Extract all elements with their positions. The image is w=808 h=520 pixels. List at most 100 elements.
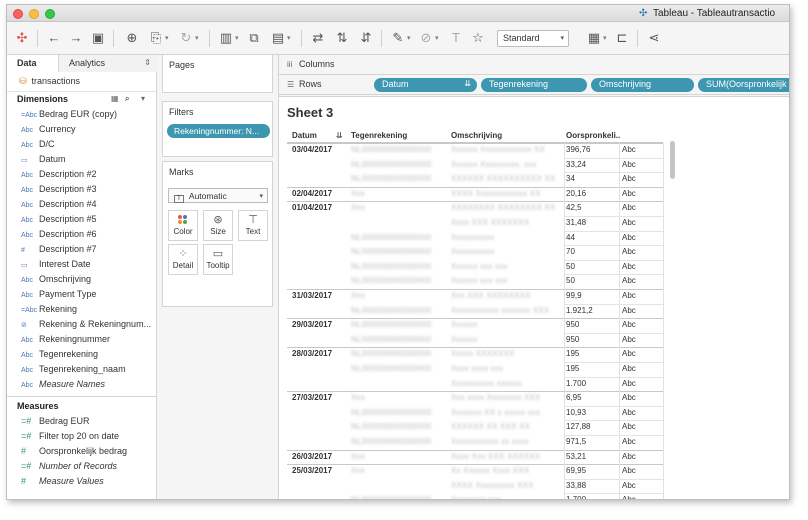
vertical-scrollbar[interactable] — [670, 141, 675, 179]
rows-shelf[interactable]: ☰ Rows Datum ⇊ Tegenrekening Omschrijving… — [279, 75, 789, 95]
search-icon[interactable]: ⌕ — [125, 94, 129, 104]
amount-cell[interactable]: 1.921,2 — [566, 306, 616, 315]
dimension-field[interactable]: =Abc Bedrag EUR (copy) — [7, 107, 156, 122]
tegenrekening-cell[interactable]: NL000000000000000 — [351, 247, 446, 256]
tegenrekening-cell[interactable]: Xxx — [351, 452, 446, 461]
new-worksheet-icon[interactable]: ▥ — [217, 30, 235, 46]
abc-cell[interactable]: Abc — [622, 145, 652, 154]
abc-cell[interactable]: Abc — [622, 174, 652, 183]
fix-axes-icon[interactable]: ☆ — [469, 30, 487, 46]
new-datasource-icon[interactable]: ⊕ — [123, 30, 141, 46]
tegenrekening-cell[interactable]: NL000000000000000 — [351, 349, 446, 358]
tab-analytics[interactable]: Analytics ⇕ — [59, 55, 157, 72]
columns-shelf[interactable]: iii Columns — [279, 55, 789, 75]
abc-cell[interactable]: Abc — [622, 247, 652, 256]
row-pill-datum[interactable]: Datum ⇊ — [374, 78, 477, 92]
amount-cell[interactable]: 42,5 — [566, 203, 616, 212]
abc-cell[interactable]: Abc — [622, 495, 652, 499]
omschrijving-cell[interactable]: Xxxxxxxxxxx xxxxxxx XXX — [451, 306, 556, 315]
close-window-button[interactable] — [13, 9, 23, 19]
omschrijving-cell[interactable]: Xxxxxx xxx xxx — [451, 262, 556, 271]
abc-cell[interactable]: Abc — [622, 160, 652, 169]
datum-cell[interactable]: 31/03/2017 — [292, 291, 350, 300]
measure-field[interactable]: =# Filter top 20 on date — [7, 429, 156, 444]
group-dropdown-icon[interactable]: ▾ — [435, 34, 439, 42]
filters-card[interactable]: Filters Rekeningnummer: N... — [162, 101, 273, 157]
tegenrekening-cell[interactable]: NL000000000000000 — [351, 262, 446, 271]
dimension-field[interactable]: Abc D/C — [7, 137, 156, 152]
omschrijving-cell[interactable]: XXXXXXXX XXXXXXXX XX — [451, 203, 556, 212]
dimension-field[interactable]: Abc Tegenrekening_naam — [7, 362, 156, 377]
measure-field[interactable]: # Oorspronkelijk bedrag — [7, 444, 156, 459]
omschrijving-cell[interactable]: Xxxxxx Xxxxxxxxxxxx XX — [451, 145, 556, 154]
abc-cell[interactable]: Abc — [622, 422, 652, 431]
measure-field[interactable]: =# Number of Records — [7, 459, 156, 474]
tegenrekening-cell[interactable]: NL000000000000000 — [351, 408, 446, 417]
header-datum[interactable]: Datum — [292, 131, 317, 140]
amount-cell[interactable]: 950 — [566, 335, 616, 344]
view-size-select[interactable]: Standard ▾ — [497, 30, 569, 47]
tegenrekening-cell[interactable]: NL000000000000000 — [351, 160, 446, 169]
datum-cell[interactable]: 26/03/2017 — [292, 452, 350, 461]
omschrijving-cell[interactable]: Xxxxxxxxxxx xx xxxx — [451, 437, 556, 446]
amount-cell[interactable]: 50 — [566, 262, 616, 271]
dimension-field[interactable]: Abc Measure Names — [7, 377, 156, 392]
dimension-field[interactable]: Abc Tegenrekening — [7, 347, 156, 362]
show-cards-icon[interactable]: ▦ — [585, 30, 603, 46]
new-worksheet-dropdown-icon[interactable]: ▾ — [235, 34, 239, 42]
tab-data[interactable]: Data — [7, 55, 59, 72]
dimension-field[interactable]: Abc Payment Type — [7, 287, 156, 302]
amount-cell[interactable]: 10,93 — [566, 408, 616, 417]
measure-field[interactable]: =# Bedrag EUR — [7, 414, 156, 429]
amount-cell[interactable]: 396,76 — [566, 145, 616, 154]
abc-cell[interactable]: Abc — [622, 262, 652, 271]
tegenrekening-cell[interactable]: NL000000000000000 — [351, 276, 446, 285]
omschrijving-cell[interactable]: Xxx XXX XXXXXXXX — [451, 291, 556, 300]
zoom-window-button[interactable] — [45, 9, 55, 19]
datasource-dropdown-icon[interactable]: ▾ — [165, 34, 169, 42]
tooltip-button[interactable]: ▭ Tooltip — [203, 244, 233, 275]
tegenrekening-cell[interactable]: NL000000000000000 — [351, 145, 446, 154]
clear-sheet-dropdown-icon[interactable]: ▾ — [287, 34, 291, 42]
header-omschrijving[interactable]: Omschrijving — [451, 131, 502, 140]
dimension-field[interactable]: Abc Description #5 — [7, 212, 156, 227]
header-tegenrekening[interactable]: Tegenrekening — [351, 131, 407, 140]
datum-cell[interactable]: 02/04/2017 — [292, 189, 350, 198]
group-members-icon[interactable]: ⊘ — [417, 30, 435, 46]
grid-view-icon[interactable]: ▦ — [111, 94, 119, 103]
dimension-field[interactable]: =Abc Rekening — [7, 302, 156, 317]
dimension-field[interactable]: Abc Description #2 — [7, 167, 156, 182]
amount-cell[interactable]: 69,95 — [566, 466, 616, 475]
dimension-field[interactable]: ▭ Interest Date — [7, 257, 156, 272]
omschrijving-cell[interactable]: Xxxxxxxxxx xxxxxx — [451, 379, 556, 388]
amount-cell[interactable]: 1.700 — [566, 379, 616, 388]
tegenrekening-cell[interactable]: NL000000000000000 — [351, 306, 446, 315]
clear-sheet-icon[interactable]: ▤ — [269, 30, 287, 46]
datum-cell[interactable]: 25/03/2017 — [292, 466, 350, 475]
omschrijving-cell[interactable]: XXXX Xxxxxxxxxxxx XX — [451, 189, 556, 198]
show-mark-labels-icon[interactable]: T — [447, 30, 465, 46]
color-button[interactable]: Color — [168, 210, 198, 241]
size-button[interactable]: ⊛ Size — [203, 210, 233, 241]
abc-cell[interactable]: Abc — [622, 276, 652, 285]
undo-icon[interactable]: ← — [45, 30, 63, 46]
amount-cell[interactable]: 20,16 — [566, 189, 616, 198]
abc-cell[interactable]: Abc — [622, 481, 652, 490]
abc-cell[interactable]: Abc — [622, 452, 652, 461]
abc-cell[interactable]: Abc — [622, 466, 652, 475]
abc-cell[interactable]: Abc — [622, 379, 652, 388]
dimension-field[interactable]: ▭ Datum — [7, 152, 156, 167]
amount-cell[interactable]: 53,21 — [566, 452, 616, 461]
amount-cell[interactable]: 195 — [566, 349, 616, 358]
tegenrekening-cell[interactable]: NL000000000000000 — [351, 320, 446, 329]
amount-cell[interactable]: 50 — [566, 276, 616, 285]
datum-cell[interactable]: 27/03/2017 — [292, 393, 350, 402]
sort-icon[interactable]: ⇊ — [336, 131, 343, 140]
amount-cell[interactable]: 44 — [566, 233, 616, 242]
row-pill-omschrijving[interactable]: Omschrijving — [591, 78, 694, 92]
mark-type-select[interactable]: T Automatic ▾ — [168, 188, 268, 203]
amount-cell[interactable]: 34 — [566, 174, 616, 183]
amount-cell[interactable]: 950 — [566, 320, 616, 329]
abc-cell[interactable]: Abc — [622, 306, 652, 315]
show-cards-dropdown-icon[interactable]: ▾ — [603, 34, 607, 42]
